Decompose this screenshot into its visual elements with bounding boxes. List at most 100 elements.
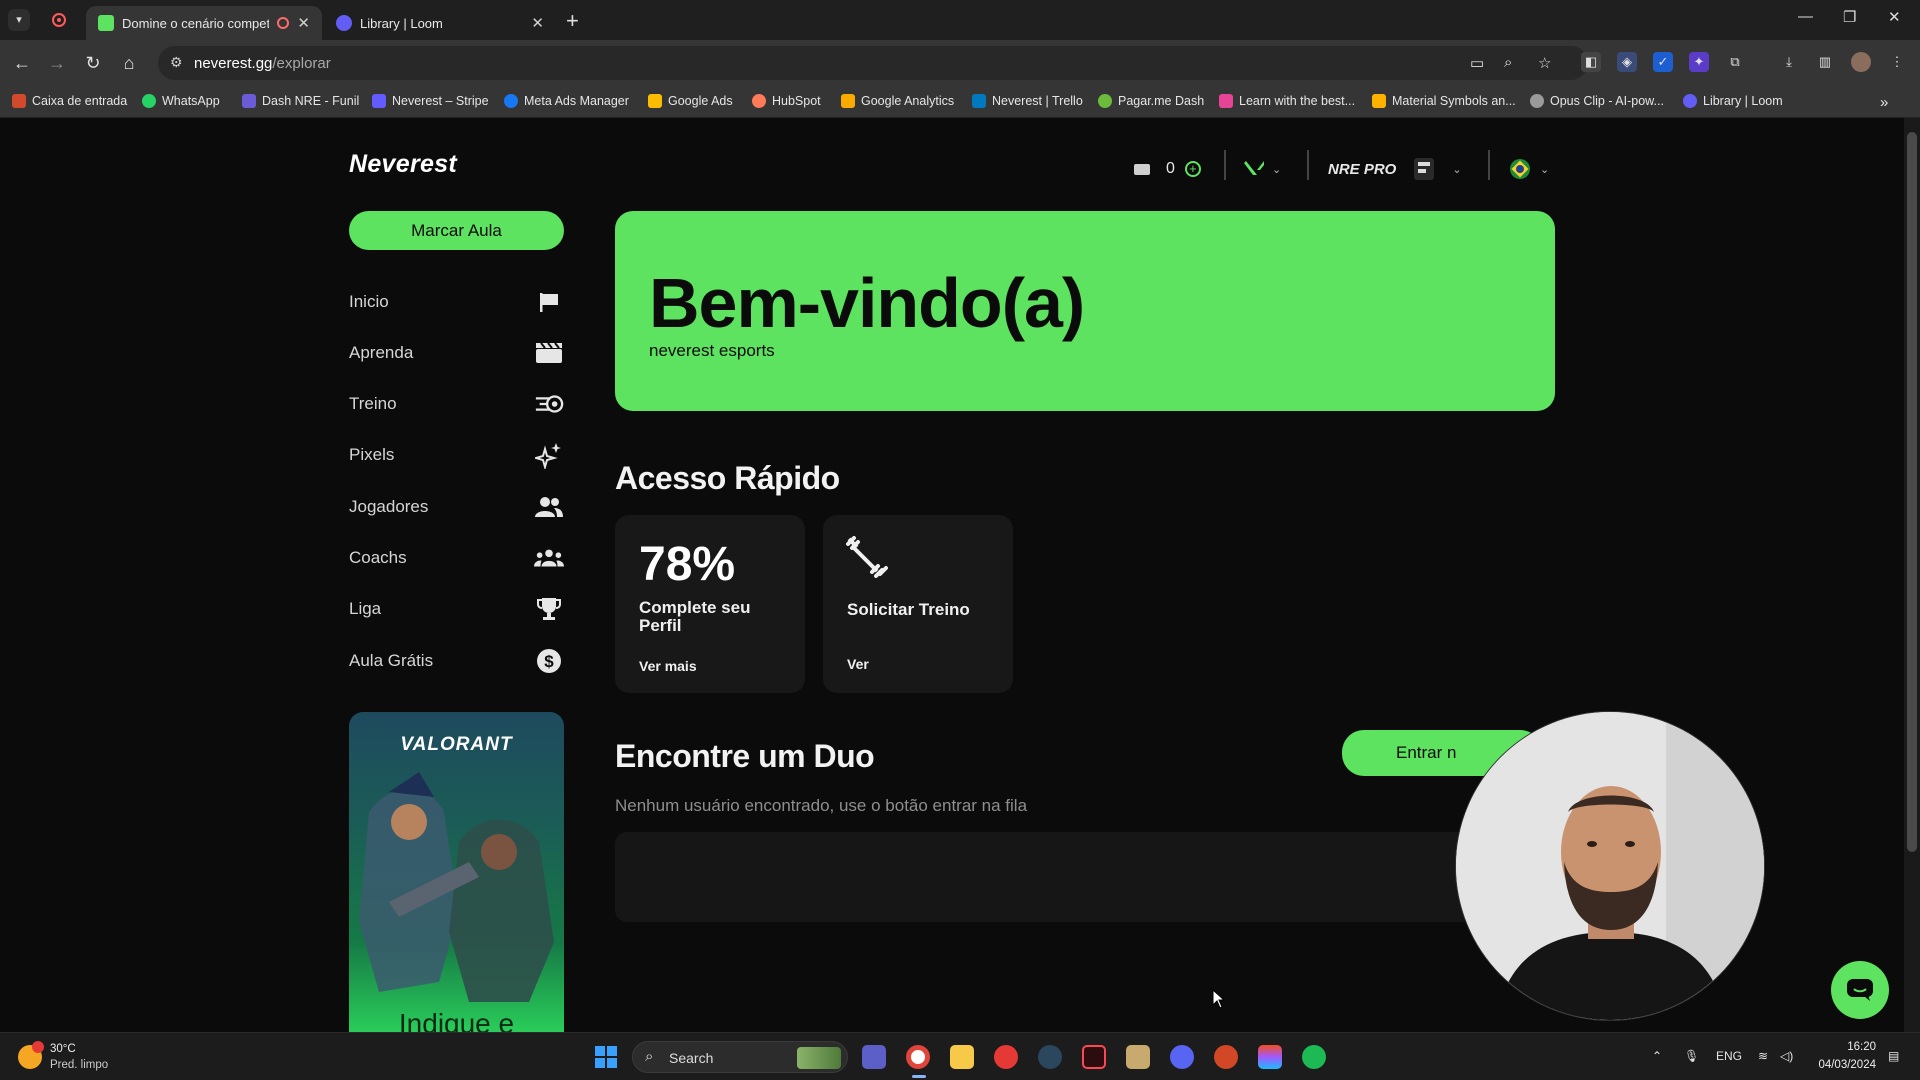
- new-tab-button[interactable]: +: [566, 8, 579, 34]
- restore-window-icon[interactable]: ❐: [1843, 8, 1856, 26]
- plan-selector[interactable]: NRE PRO ⌄: [1328, 154, 1462, 184]
- weather-temperature[interactable]: 30°C: [50, 1043, 76, 1055]
- request-training-card[interactable]: Solicitar Treino Ver: [823, 515, 1013, 693]
- address-bar[interactable]: ⚙ neverest.gg/explorar ▭ ⌕ ☆: [158, 46, 1588, 80]
- bookmark-item[interactable]: Opus Clip - AI-pow...: [1530, 94, 1664, 108]
- duo-empty-message: Nenhum usuário encontrado, use o botão e…: [615, 796, 1028, 815]
- clock-date[interactable]: 04/03/2024: [1814, 1059, 1876, 1071]
- webcam-overlay[interactable]: [1455, 711, 1765, 1021]
- schedule-lesson-button[interactable]: Marcar Aula: [349, 211, 564, 250]
- wifi-icon[interactable]: ≋: [1758, 1049, 1768, 1063]
- page-scrollbar[interactable]: [1904, 118, 1920, 1032]
- game-selector[interactable]: ⌄: [1244, 154, 1281, 184]
- minimize-window-icon[interactable]: —: [1798, 8, 1813, 25]
- scrollbar-thumb[interactable]: [1907, 132, 1917, 852]
- welcome-subtitle: neverest esports: [649, 341, 775, 360]
- bookmark-item[interactable]: Dash NRE - Funil: [242, 94, 359, 108]
- bookmark-item[interactable]: Caixa de entrada: [12, 94, 127, 108]
- reload-icon[interactable]: ↻: [80, 50, 106, 76]
- notification-icon[interactable]: ▤: [1888, 1049, 1899, 1063]
- profile-avatar-icon[interactable]: [1851, 52, 1871, 72]
- bookmark-item[interactable]: Google Ads: [648, 94, 733, 108]
- close-tab-icon[interactable]: ✕: [297, 14, 310, 32]
- bookmark-item[interactable]: Neverest – Stripe: [372, 94, 489, 108]
- discord-icon[interactable]: [1170, 1045, 1194, 1069]
- add-coins-icon[interactable]: +: [1184, 161, 1201, 177]
- sidebar-item-treino[interactable]: Treino: [349, 389, 564, 419]
- extension-2-icon[interactable]: ◈: [1617, 52, 1637, 72]
- league-of-legends-icon[interactable]: [1126, 1045, 1150, 1069]
- side-panel-icon[interactable]: ▥: [1815, 52, 1835, 72]
- sidebar-item-pixels[interactable]: Pixels: [349, 440, 564, 470]
- neverest-favicon-icon: [98, 15, 114, 31]
- taskbar-search-box[interactable]: ⌕ Search: [632, 1041, 848, 1073]
- agents-artwork-image: [359, 772, 554, 1002]
- bookmark-item[interactable]: WhatsApp: [142, 94, 220, 108]
- steam-icon[interactable]: [1038, 1045, 1062, 1069]
- extension-check-icon[interactable]: ✓: [1653, 52, 1673, 72]
- teams-icon[interactable]: [862, 1045, 886, 1069]
- tab-recording-icon: [277, 17, 290, 29]
- close-tab-icon[interactable]: ✕: [531, 14, 544, 32]
- see-more-link[interactable]: Ver mais: [639, 658, 697, 674]
- file-explorer-icon[interactable]: [950, 1045, 974, 1069]
- complete-profile-card[interactable]: 78% Complete seu Perfil Ver mais: [615, 515, 805, 693]
- bookmark-item[interactable]: Library | Loom: [1683, 94, 1783, 108]
- app-icon[interactable]: [994, 1045, 1018, 1069]
- bookmark-item[interactable]: Google Analytics: [841, 94, 954, 108]
- powerpoint-icon[interactable]: [1214, 1045, 1238, 1069]
- site-logo[interactable]: Neverest: [349, 150, 457, 179]
- bookmark-item[interactable]: Learn with the best...: [1219, 94, 1355, 108]
- referral-promo-banner[interactable]: VALORANT Indique e: [349, 712, 564, 1032]
- valorant-logo-icon: [1244, 161, 1264, 175]
- chevron-down-icon: ⌄: [1540, 163, 1550, 176]
- valorant-icon[interactable]: [1082, 1045, 1106, 1069]
- more-bookmarks-icon[interactable]: »: [1880, 94, 1888, 111]
- browser-menu-icon[interactable]: ⋮: [1887, 52, 1907, 72]
- clock-time[interactable]: 16:20: [1814, 1041, 1876, 1053]
- bookmark-item[interactable]: HubSpot: [752, 94, 821, 108]
- microphone-icon[interactable]: 🎙: [1684, 1049, 1699, 1063]
- back-icon[interactable]: ←: [9, 50, 35, 76]
- weather-description[interactable]: Pred. limpo: [50, 1059, 108, 1071]
- bookmark-item[interactable]: Meta Ads Manager: [504, 94, 629, 108]
- recording-indicator-icon[interactable]: [52, 13, 66, 27]
- sidebar-item-aula-gratis[interactable]: Aula Grátis $: [349, 646, 564, 676]
- chat-support-button[interactable]: [1831, 961, 1889, 1019]
- site-info-icon[interactable]: ⚙: [170, 54, 183, 71]
- close-window-icon[interactable]: ✕: [1888, 8, 1901, 26]
- sidebar-item-liga[interactable]: Liga: [349, 594, 564, 624]
- extensions-puzzle-icon[interactable]: ⧉: [1725, 52, 1745, 72]
- sidebar-item-aprenda[interactable]: Aprenda: [349, 338, 564, 368]
- tab-title: Library | Loom: [360, 15, 443, 31]
- cast-icon[interactable]: ▭: [1470, 54, 1484, 72]
- sidebar-item-inicio[interactable]: Inicio: [349, 287, 564, 317]
- chevron-up-icon[interactable]: ⌃: [1652, 1049, 1662, 1063]
- bookmark-item[interactable]: Pagar.me Dash: [1098, 94, 1204, 108]
- extension-4-icon[interactable]: ✦: [1689, 52, 1709, 72]
- bookmark-star-icon[interactable]: ☆: [1538, 54, 1551, 72]
- tab-search-chevron-icon[interactable]: ▾: [8, 9, 30, 31]
- see-link[interactable]: Ver: [847, 656, 869, 672]
- spotify-icon[interactable]: [1302, 1045, 1326, 1069]
- extension-1-icon[interactable]: ◧: [1581, 52, 1601, 72]
- sidebar-item-coachs[interactable]: Coachs: [349, 543, 564, 573]
- tab-loom[interactable]: Library | Loom ✕: [324, 6, 556, 40]
- rank-badge-icon: [1414, 158, 1435, 180]
- coin-balance[interactable]: 0 +: [1134, 154, 1201, 184]
- url-text[interactable]: neverest.gg/explorar: [194, 55, 331, 72]
- volume-icon[interactable]: ◁): [1780, 1049, 1793, 1063]
- home-icon[interactable]: ⌂: [116, 50, 142, 76]
- windows-start-icon[interactable]: [594, 1045, 618, 1069]
- bookmark-item[interactable]: Neverest | Trello: [972, 94, 1083, 108]
- bookmark-item[interactable]: Material Symbols an...: [1372, 94, 1516, 108]
- downloads-icon[interactable]: ⤓: [1779, 52, 1799, 72]
- forward-icon[interactable]: →: [44, 50, 70, 76]
- chrome-icon[interactable]: [906, 1045, 930, 1069]
- tab-neverest[interactable]: Domine o cenário competitivo ✕: [86, 6, 322, 40]
- sidebar-item-jogadores[interactable]: Jogadores: [349, 492, 564, 522]
- language-selector[interactable]: ⌄: [1510, 154, 1549, 184]
- zoom-icon[interactable]: ⌕: [1504, 54, 1512, 71]
- figma-icon[interactable]: [1258, 1045, 1282, 1069]
- language-indicator[interactable]: ENG: [1716, 1049, 1742, 1063]
